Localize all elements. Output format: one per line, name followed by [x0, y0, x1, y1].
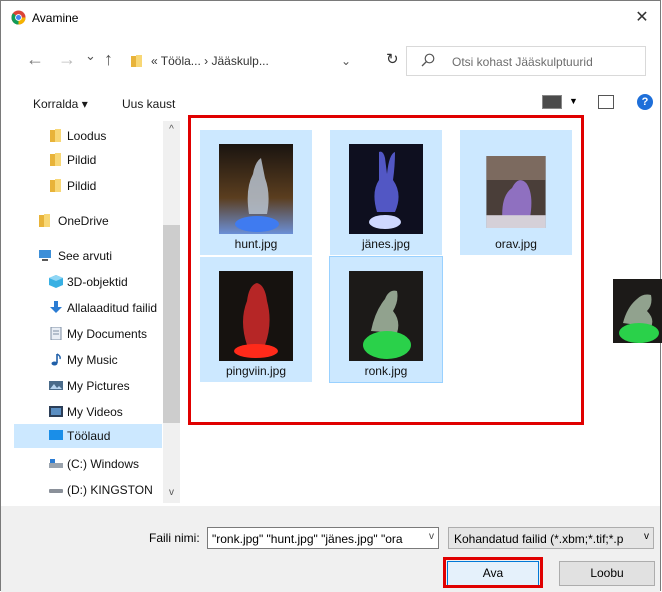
chevron-down-icon[interactable]: ⌄: [341, 54, 351, 68]
new-folder-button[interactable]: Uus kaust: [122, 97, 175, 111]
tree-item-d-drive[interactable]: (D:) KINGSTON: [14, 478, 162, 502]
scroll-up-icon[interactable]: ^: [163, 124, 180, 135]
title-bar: Avamine ✕: [1, 1, 660, 35]
close-button[interactable]: ✕: [628, 5, 656, 31]
tree-item-pildid-2[interactable]: Pildid: [14, 174, 162, 198]
refresh-button[interactable]: ↻: [386, 50, 399, 68]
preview-pane-icon[interactable]: [598, 95, 614, 109]
filetype-select[interactable]: Kohandatud failid (*.xbm;*.tif;*.p v: [448, 527, 654, 549]
organize-menu[interactable]: Korralda ▾: [33, 97, 88, 111]
highlight-annotation: [188, 115, 584, 425]
tree-item-pildid[interactable]: Pildid: [14, 148, 162, 172]
usb-drive-icon: [49, 489, 63, 493]
back-button[interactable]: ←: [26, 50, 44, 68]
videos-icon: [49, 406, 63, 417]
pictures-icon: [49, 381, 63, 390]
computer-icon: [39, 250, 51, 261]
search-input[interactable]: Otsi kohast Jääskulptuurid: [406, 46, 646, 76]
tree-scrollbar-thumb[interactable]: [163, 225, 180, 423]
folder-icon: [131, 55, 142, 67]
tree-item-downloads[interactable]: Allalaaditud failid: [14, 296, 162, 320]
cube-icon: [49, 275, 63, 288]
scroll-down-icon[interactable]: v: [163, 487, 180, 498]
download-icon: [50, 301, 62, 313]
tree-item-this-pc[interactable]: See arvuti: [14, 244, 162, 268]
chrome-icon: [11, 10, 26, 25]
tree-item-desktop[interactable]: Töölaud: [14, 424, 162, 448]
search-icon: [421, 53, 435, 67]
tree-item-my-documents[interactable]: My Documents: [14, 322, 162, 346]
search-placeholder: Otsi kohast Jääskulptuurid: [452, 55, 593, 69]
view-dropdown-icon[interactable]: ▼: [569, 96, 578, 106]
tree-item-onedrive[interactable]: OneDrive: [14, 209, 162, 233]
address-bar[interactable]: « Tööla... › Jääskulp... ⌄: [123, 46, 391, 76]
folder-icon: [50, 179, 61, 192]
button-highlight-annotation: [443, 557, 543, 588]
filename-label: Faili nimi:: [149, 531, 200, 545]
documents-icon: [50, 327, 62, 340]
up-button[interactable]: ↑: [104, 50, 113, 68]
breadcrumb[interactable]: « Tööla... › Jääskulp...: [151, 54, 269, 68]
desktop-icon: [49, 430, 63, 440]
onedrive-folder-icon: [39, 214, 50, 227]
filename-input[interactable]: "ronk.jpg" "hunt.jpg" "jänes.jpg" "ora v: [207, 527, 439, 549]
chevron-down-icon[interactable]: v: [644, 531, 649, 542]
filetype-value: Kohandatud failid (*.xbm;*.tif;*.p: [454, 532, 624, 546]
tree-item-loodus[interactable]: Loodus: [14, 124, 162, 148]
tree-item-my-pictures[interactable]: My Pictures: [14, 374, 162, 398]
tree-item-c-drive[interactable]: (C:) Windows: [14, 452, 162, 476]
view-options-icon[interactable]: [542, 95, 562, 109]
open-file-dialog: Avamine ✕ ← → ⌄ ↑ « Tööla... › Jääskulp.…: [0, 0, 662, 592]
folder-icon: [50, 153, 61, 166]
forward-button[interactable]: →: [58, 50, 76, 68]
folder-icon: [50, 129, 61, 142]
tree-item-my-videos[interactable]: My Videos: [14, 400, 162, 424]
tree-item-3d-objects[interactable]: 3D-objektid: [14, 270, 162, 294]
music-icon: [51, 353, 61, 366]
chevron-down-icon[interactable]: v: [429, 531, 434, 542]
window-title: Avamine: [32, 11, 79, 25]
help-icon[interactable]: ?: [637, 94, 653, 110]
cancel-button[interactable]: Loobu: [559, 561, 655, 586]
navigation-pane: Loodus Pildid Pildid OneDrive See arvuti…: [14, 121, 162, 503]
drive-icon: [49, 459, 63, 468]
preview-thumbnail: [613, 279, 662, 343]
tree-item-my-music[interactable]: My Music: [14, 348, 162, 372]
recent-locations-dropdown[interactable]: ⌄: [85, 47, 96, 65]
filename-value: "ronk.jpg" "hunt.jpg" "jänes.jpg" "ora: [212, 532, 403, 546]
